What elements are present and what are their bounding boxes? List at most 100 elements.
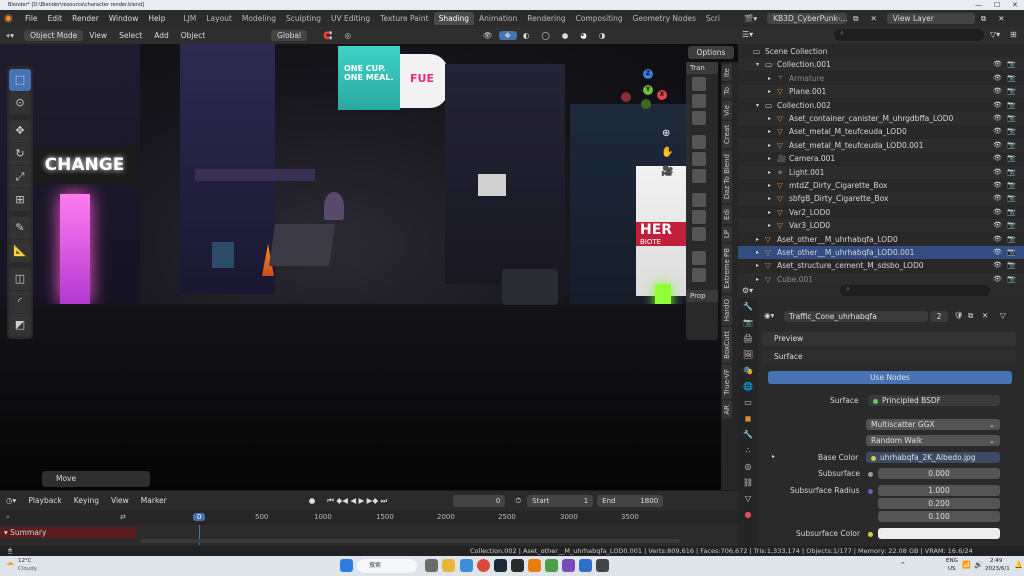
material-slot-icon[interactable]: ◉▾ — [764, 311, 774, 320]
maximize-icon[interactable]: ☐ — [994, 0, 1000, 10]
new-view-layer-icon[interactable]: ⧉ — [975, 14, 992, 24]
pan-hand-icon[interactable]: ✋ — [661, 147, 673, 158]
tab-view[interactable]: Vie — [722, 100, 732, 120]
visibility-eye-icon[interactable]: 👁 — [993, 58, 1002, 71]
measure-tool-icon[interactable]: 📐 — [9, 240, 31, 262]
view-layer-selector[interactable]: View Layer — [886, 13, 975, 24]
tab-daz-to-blend[interactable]: Daz To Blend — [722, 150, 732, 204]
options-button[interactable]: Options — [688, 46, 734, 59]
fake-user-icon[interactable]: 🛡 — [954, 311, 964, 320]
expand-toggle-icon[interactable]: ▾ — [756, 58, 759, 71]
tab-ar[interactable]: AR — [722, 401, 732, 419]
visibility-eye-icon[interactable]: 👁 — [993, 152, 1002, 165]
visibility-eye-icon[interactable]: 👁 — [993, 72, 1002, 85]
menu-add[interactable]: Add — [148, 31, 175, 40]
proportional-edit-icon[interactable]: ◎ — [338, 31, 357, 40]
outliner-row[interactable]: ▸ ▽ Aset_structure_cement_M_sdsbo_LOD0 👁 📷 — [738, 259, 1024, 272]
keying-menu[interactable]: Keying — [68, 496, 105, 505]
tab-ljm[interactable]: LJM — [178, 12, 201, 25]
blender-taskbar-icon[interactable] — [528, 559, 541, 572]
vector-socket-icon[interactable] — [868, 486, 877, 495]
bevel-tool-icon[interactable]: ◩ — [9, 314, 31, 336]
render-camera-icon[interactable]: 📷 — [1007, 206, 1016, 219]
base-color-texture-field[interactable]: uhrhabqfa_2K_Albedo.jpg — [866, 452, 1000, 463]
expand-toggle-icon[interactable]: ▸ — [768, 206, 771, 219]
subsurface-radius-y[interactable]: 0.200 — [878, 498, 1000, 509]
gizmo-neg-x[interactable] — [621, 92, 631, 102]
visibility-eye-icon[interactable]: 👁 — [993, 179, 1002, 192]
render-camera-icon[interactable]: 📷 — [1007, 233, 1016, 246]
last-operator-panel[interactable]: Move — [42, 471, 150, 487]
add-cube-tool-icon[interactable]: ◫ — [9, 268, 31, 290]
outliner-row[interactable]: ▸ 🎥 Camera.001 👁 📷 — [738, 152, 1024, 165]
rotation-field[interactable] — [692, 152, 706, 166]
tab-hardops[interactable]: HardO — [722, 295, 732, 326]
rotation-field[interactable] — [692, 135, 706, 149]
app-icon[interactable] — [596, 559, 609, 572]
expand-toggle-icon[interactable]: ▸ — [768, 139, 771, 152]
snap-icon[interactable]: 🧲 — [317, 31, 338, 40]
render-camera-icon[interactable]: 📷 — [1007, 112, 1016, 125]
scene-tab-icon[interactable]: 🎭 — [741, 366, 755, 378]
outliner-row[interactable]: ▸ ▽ Var3_LOD0 👁 📷 — [738, 219, 1024, 233]
outliner-row[interactable]: ▾ ▭ Collection.001 👁 📷 — [738, 58, 1024, 72]
location-field[interactable] — [692, 77, 706, 91]
tab-shading[interactable]: Shading — [433, 12, 475, 25]
tray-chevron-icon[interactable]: ⌃ — [900, 561, 906, 569]
constraints-tab-icon[interactable]: ⛓ — [741, 478, 755, 490]
overlay-icon[interactable]: ◐ — [517, 31, 536, 40]
steam-icon[interactable] — [494, 559, 507, 572]
outliner-row[interactable]: ▭ Scene Collection — [738, 45, 1024, 58]
weather-icon[interactable]: ☁ — [6, 558, 14, 567]
app-icon[interactable] — [562, 559, 575, 572]
view-layer-tab-icon[interactable]: 🖼 — [741, 350, 755, 362]
object-tab-icon[interactable]: ◼ — [741, 414, 755, 426]
3d-viewport[interactable]: CHANGE ONE CUP. ONE MEAL. FUE HER BIOTE … — [0, 44, 738, 490]
tab-layout[interactable]: Layout — [201, 12, 237, 25]
app-icon[interactable] — [511, 559, 524, 572]
expand-toggle-icon[interactable]: ▸ — [768, 125, 771, 138]
record-icon[interactable]: ● — [303, 496, 322, 505]
expand-toggle-icon[interactable]: ▸ — [756, 246, 759, 259]
menu-file[interactable]: File — [20, 14, 43, 23]
playback-controls[interactable]: ⏮ ◆◀ ◀ ▶ ▶◆ ⏭ — [321, 496, 393, 506]
tab-animation[interactable]: Animation — [474, 12, 522, 25]
collection-tab-icon[interactable]: ▭ — [741, 398, 755, 410]
expand-toggle-icon[interactable]: ▸ — [756, 273, 759, 283]
transform-orientation-dropdown[interactable]: Global — [271, 30, 308, 41]
expand-toggle-icon[interactable]: ▸ — [756, 259, 759, 272]
visibility-eye-icon[interactable]: 👁 — [993, 259, 1002, 272]
tab-sculpting[interactable]: Sculpting — [281, 12, 326, 25]
surface-panel[interactable]: Surface — [762, 350, 1016, 364]
tab-uv-editing[interactable]: UV Editing — [326, 12, 375, 25]
outliner-row[interactable]: ▸ ✧ Light.001 👁 📷 — [738, 165, 1024, 179]
data-tab-icon[interactable]: ▽ — [741, 494, 755, 506]
app-icon[interactable] — [579, 559, 592, 572]
scene-selector[interactable]: KB3D_CyberPunk-... — [767, 13, 848, 24]
tab-scripting[interactable]: Scri — [701, 12, 725, 25]
duplicate-material-icon[interactable]: ⧉ — [968, 311, 973, 321]
tab-modeling[interactable]: Modeling — [237, 12, 281, 25]
shading-material-icon[interactable]: ◕ — [574, 31, 593, 40]
select-box-tool-icon[interactable]: ⬚ — [9, 69, 31, 91]
subsurface-radius-x[interactable]: 1.000 — [878, 485, 1000, 496]
tab-edit[interactable]: Edi — [722, 205, 732, 225]
distribution-dropdown[interactable]: Multiscatter GGX ⌄ — [866, 419, 1000, 430]
preview-panel[interactable]: Preview — [762, 332, 1016, 346]
material-user-count[interactable]: 2 — [930, 311, 948, 322]
app-icon[interactable] — [545, 559, 558, 572]
outliner-row[interactable]: ▸ ▽ Plane.001 👁 📷 — [738, 85, 1024, 99]
render-camera-icon[interactable]: 📷 — [1007, 219, 1016, 232]
swap-icon[interactable]: ⇄ — [120, 513, 126, 521]
visibility-icon[interactable]: 👁 — [477, 31, 499, 40]
tab-texture-paint[interactable]: Texture Paint — [375, 12, 433, 25]
material-name-field[interactable]: Traffic_Cone_uhrhabqfa — [784, 311, 928, 322]
menu-window[interactable]: Window — [104, 14, 144, 23]
expand-toggle-icon[interactable]: ▸ — [768, 219, 771, 232]
menu-edit[interactable]: Edit — [43, 14, 68, 23]
bend-tool-icon[interactable]: ◜ — [9, 291, 31, 313]
tab-tool[interactable]: To — [722, 83, 732, 99]
visibility-eye-icon[interactable]: 👁 — [993, 166, 1002, 179]
subsurface-method-dropdown[interactable]: Random Walk ⌄ — [866, 435, 1000, 446]
volume-icon[interactable]: 🔊 — [974, 561, 983, 569]
